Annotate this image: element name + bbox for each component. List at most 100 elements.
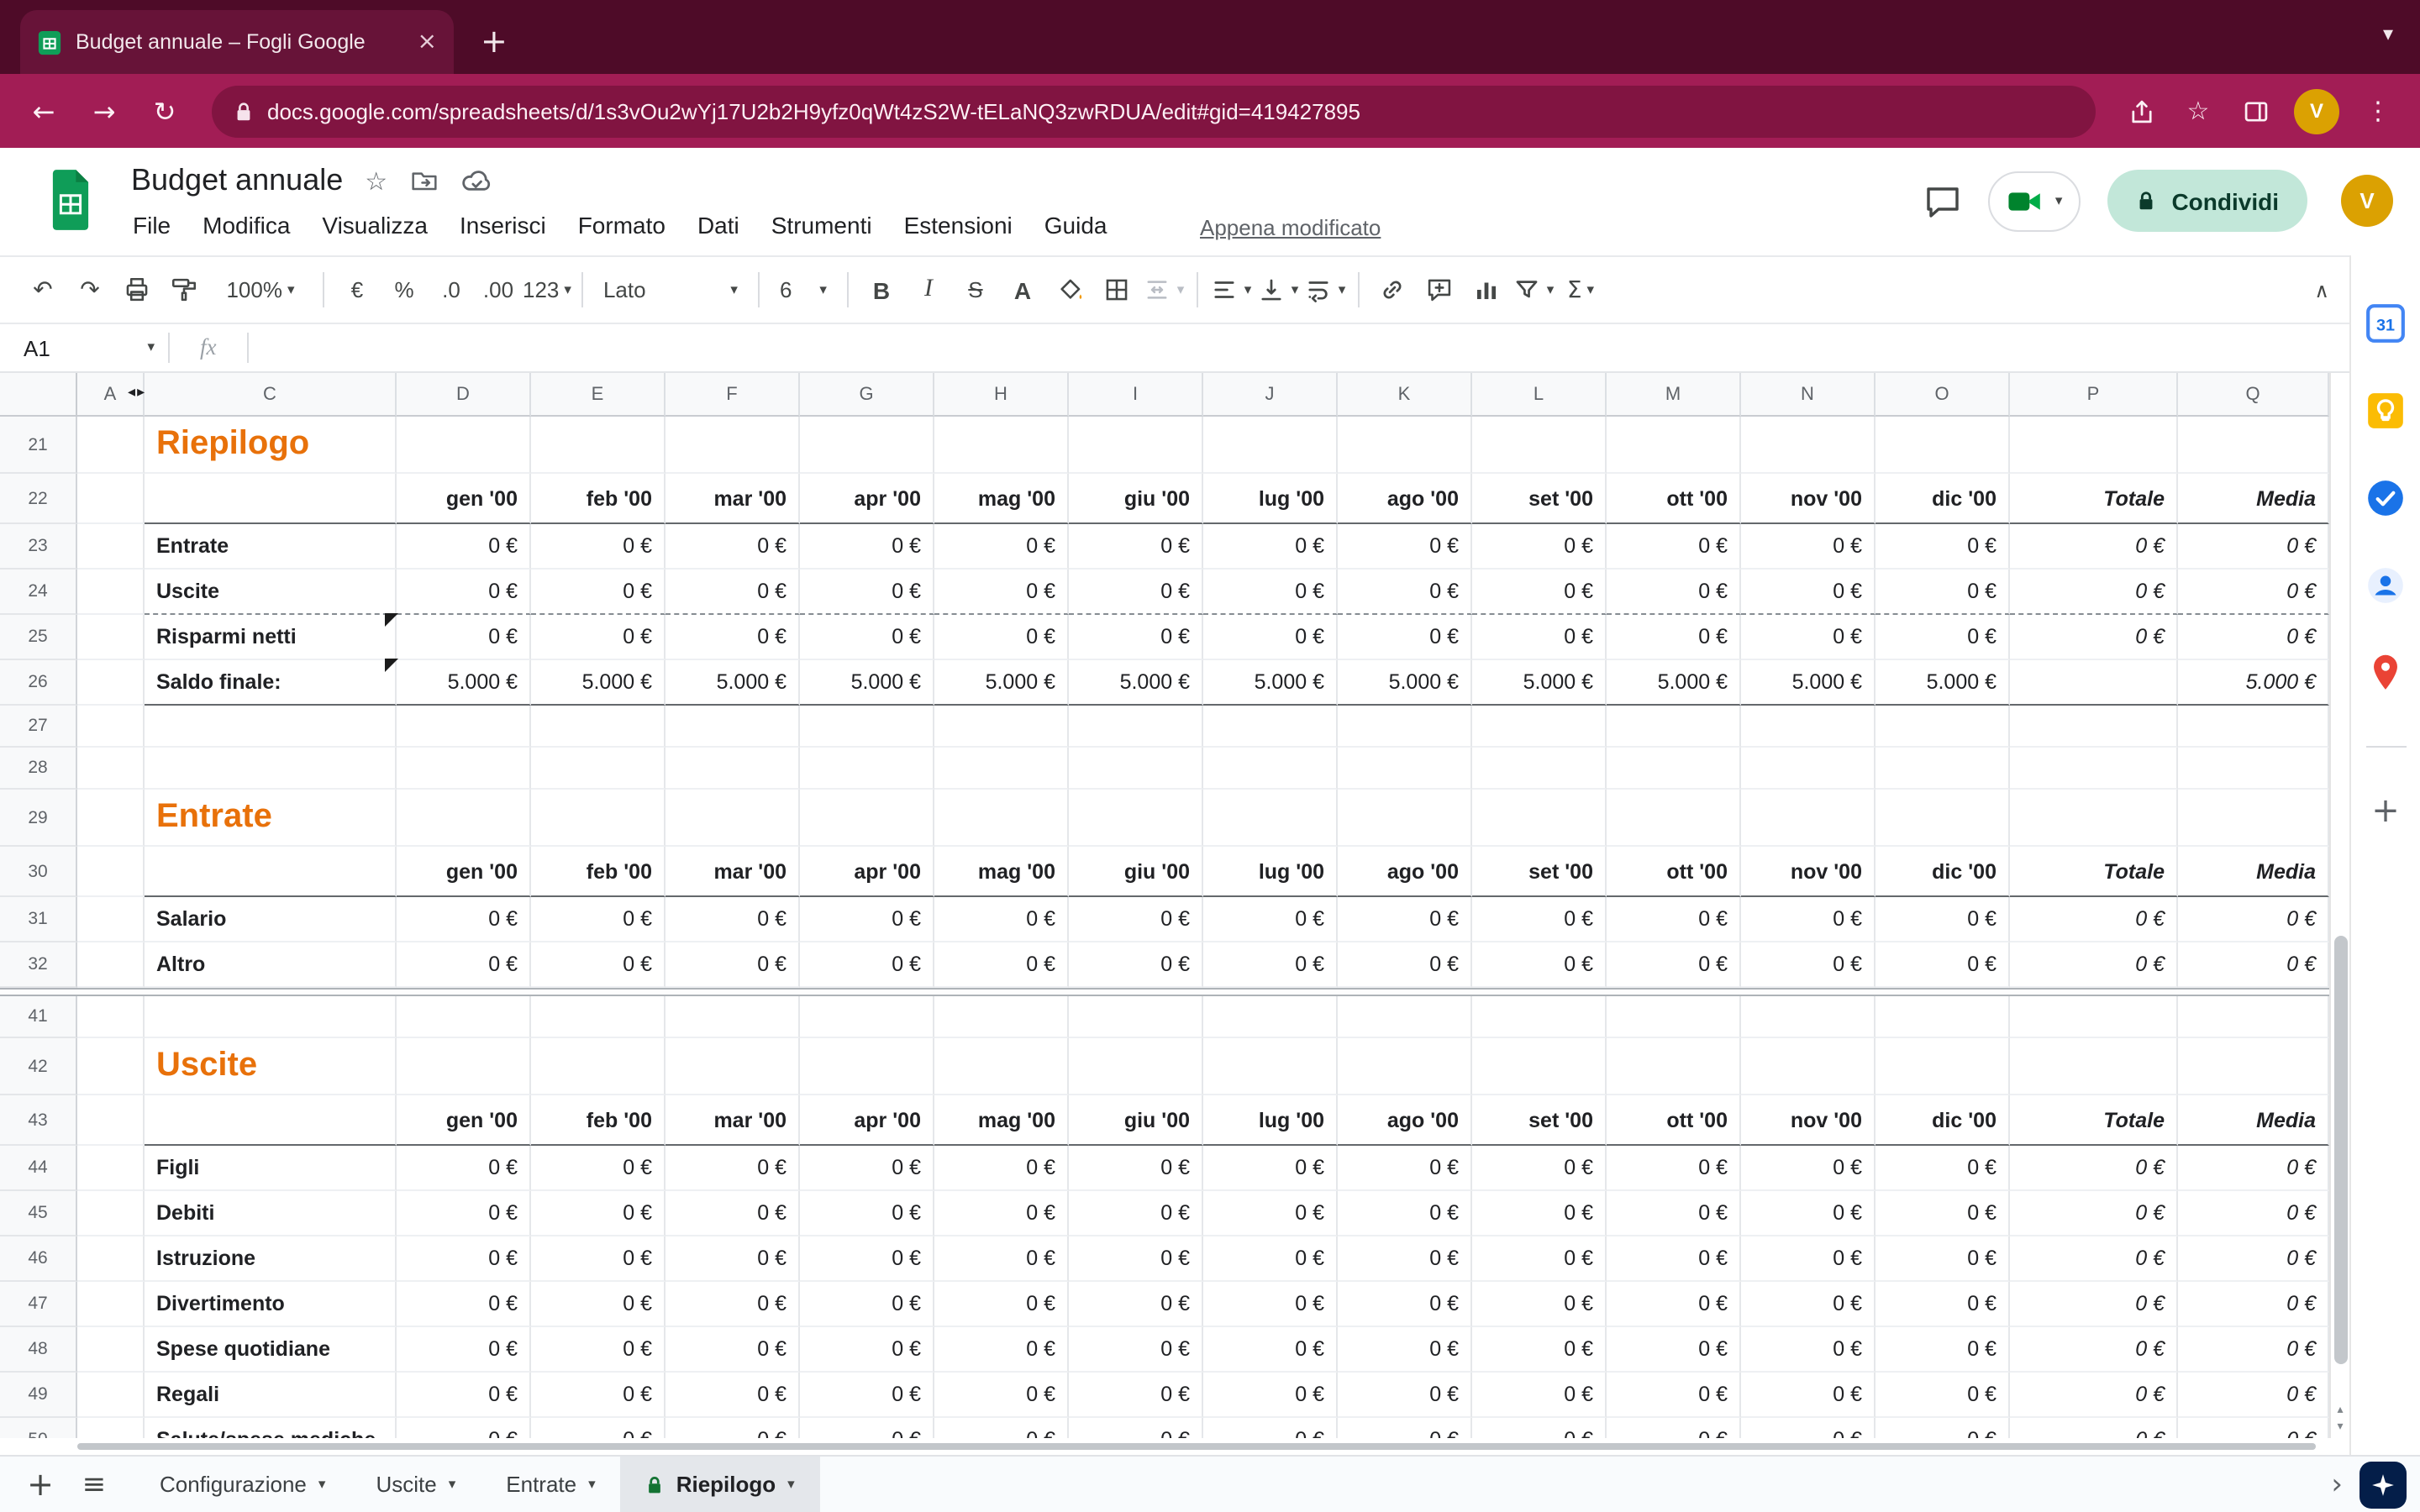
address-bar[interactable]: docs.google.com/spreadsheets/d/1s3vOu2wY… (212, 85, 2096, 137)
month-header[interactable]: mag '00 (934, 474, 1069, 524)
cell-value[interactable]: 5.000 € (1472, 660, 1607, 706)
sheet-tab-configurazione[interactable]: Configurazione▾ (134, 1456, 350, 1512)
totale-value[interactable]: 0 € (2010, 1191, 2178, 1236)
comment-history-icon[interactable] (1924, 184, 1961, 218)
cell-value[interactable]: 0 € (1472, 524, 1607, 570)
cell[interactable] (1472, 706, 1607, 748)
bookmark-star-icon[interactable]: ☆ (2173, 86, 2223, 136)
cell[interactable] (397, 996, 531, 1038)
row-header-43[interactable]: 43 (0, 1095, 77, 1146)
cell-value[interactable]: 0 € (1607, 942, 1741, 988)
cell[interactable] (531, 417, 666, 474)
side-panel-icon[interactable] (2230, 86, 2281, 136)
cell-value[interactable]: 0 € (1069, 1282, 1203, 1327)
cell-A45[interactable] (77, 1191, 145, 1236)
month-header[interactable]: apr '00 (800, 847, 934, 897)
row-header-31[interactable]: 31 (0, 897, 77, 942)
cell-A48[interactable] (77, 1327, 145, 1373)
cell[interactable] (1069, 748, 1203, 790)
cell-value[interactable]: 0 € (1069, 615, 1203, 660)
cell[interactable] (145, 1095, 397, 1146)
sheet-tab-menu-icon[interactable]: ▾ (787, 1476, 795, 1493)
cell[interactable] (1472, 996, 1607, 1038)
cell[interactable] (934, 1038, 1069, 1095)
all-sheets-menu-icon[interactable]: ≡ (67, 1456, 121, 1512)
cell-value[interactable]: 0 € (1876, 1282, 2010, 1327)
cell[interactable] (531, 1038, 666, 1095)
month-header[interactable]: set '00 (1472, 847, 1607, 897)
cell-value[interactable]: 0 € (1338, 897, 1472, 942)
row-header-46[interactable]: 46 (0, 1236, 77, 1282)
cell[interactable] (1069, 706, 1203, 748)
cell-value[interactable]: 0 € (397, 1327, 531, 1373)
cell-value[interactable]: 0 € (1338, 1418, 1472, 1438)
month-header[interactable]: giu '00 (1069, 474, 1203, 524)
media-value[interactable]: 0 € (2178, 570, 2329, 615)
month-header[interactable]: gen '00 (397, 1095, 531, 1146)
cell-value[interactable]: 0 € (934, 524, 1069, 570)
cell[interactable] (1741, 706, 1876, 748)
cell-value[interactable]: 0 € (1741, 1282, 1876, 1327)
cell-value[interactable]: 5.000 € (1741, 660, 1876, 706)
sheet-tab-riepilogo[interactable]: Riepilogo▾ (621, 1456, 820, 1512)
row-label[interactable]: Divertimento (145, 1282, 397, 1327)
cell[interactable] (1203, 1038, 1338, 1095)
month-header[interactable]: mag '00 (934, 1095, 1069, 1146)
sheet-tab-menu-icon[interactable]: ▾ (318, 1476, 326, 1493)
row-label[interactable]: Risparmi netti (145, 615, 397, 660)
media-value[interactable]: 0 € (2178, 615, 2329, 660)
menu-modifica[interactable]: Modifica (203, 212, 290, 239)
calendar-icon[interactable]: 31 (2365, 302, 2407, 344)
cell-value[interactable]: 0 € (934, 1373, 1069, 1418)
month-header[interactable]: apr '00 (800, 474, 934, 524)
cell-value[interactable]: 0 € (397, 942, 531, 988)
media-header[interactable]: Media (2178, 847, 2329, 897)
column-header-O[interactable]: O (1876, 373, 2010, 417)
column-header-D[interactable]: D (397, 373, 531, 417)
cell-value[interactable]: 0 € (1203, 570, 1338, 615)
cell-value[interactable]: 0 € (1069, 1191, 1203, 1236)
cell-value[interactable]: 0 € (397, 1418, 531, 1438)
cell[interactable] (2010, 748, 2178, 790)
cell-A30[interactable] (77, 847, 145, 897)
cell[interactable] (1741, 748, 1876, 790)
cell[interactable] (666, 790, 800, 847)
menu-dati[interactable]: Dati (697, 212, 739, 239)
cell-value[interactable]: 0 € (934, 570, 1069, 615)
totale-value[interactable]: 0 € (2010, 1282, 2178, 1327)
column-header-I[interactable]: I (1069, 373, 1203, 417)
row-label[interactable]: Istruzione (145, 1236, 397, 1282)
cell-value[interactable]: 0 € (1607, 1191, 1741, 1236)
cell-value[interactable]: 0 € (1069, 570, 1203, 615)
totale-value[interactable]: 0 € (2010, 615, 2178, 660)
document-title[interactable]: Budget annuale (131, 163, 343, 198)
cell-value[interactable]: 0 € (800, 1282, 934, 1327)
month-header[interactable]: feb '00 (531, 1095, 666, 1146)
month-header[interactable]: set '00 (1472, 474, 1607, 524)
sheet-tab-menu-icon[interactable]: ▾ (588, 1476, 596, 1493)
cell-value[interactable]: 0 € (397, 1282, 531, 1327)
cell-value[interactable]: 5.000 € (531, 660, 666, 706)
cell[interactable] (1203, 706, 1338, 748)
cell-value[interactable]: 0 € (397, 1191, 531, 1236)
hidden-column-indicator[interactable]: ◂▸ (128, 385, 145, 402)
cell-value[interactable]: 0 € (934, 1418, 1069, 1438)
explore-button[interactable] (2360, 1461, 2407, 1508)
decrease-decimal-button[interactable]: .0 (429, 266, 474, 313)
cell-value[interactable]: 0 € (397, 615, 531, 660)
cell[interactable] (666, 417, 800, 474)
totale-value[interactable]: 0 € (2010, 1146, 2178, 1191)
row-label[interactable]: Spese quotidiane (145, 1327, 397, 1373)
media-header[interactable]: Media (2178, 474, 2329, 524)
cell-value[interactable]: 0 € (666, 1236, 800, 1282)
account-avatar[interactable]: V (2341, 175, 2393, 227)
cell[interactable] (1203, 790, 1338, 847)
totale-value[interactable] (2010, 660, 2178, 706)
star-document-icon[interactable]: ☆ (365, 165, 387, 196)
month-header[interactable]: ott '00 (1607, 847, 1741, 897)
cell[interactable] (1741, 996, 1876, 1038)
column-header-L[interactable]: L (1472, 373, 1607, 417)
cell[interactable] (934, 706, 1069, 748)
text-wrap-button[interactable]: ▾ (1302, 266, 1348, 313)
cell-value[interactable]: 0 € (666, 570, 800, 615)
